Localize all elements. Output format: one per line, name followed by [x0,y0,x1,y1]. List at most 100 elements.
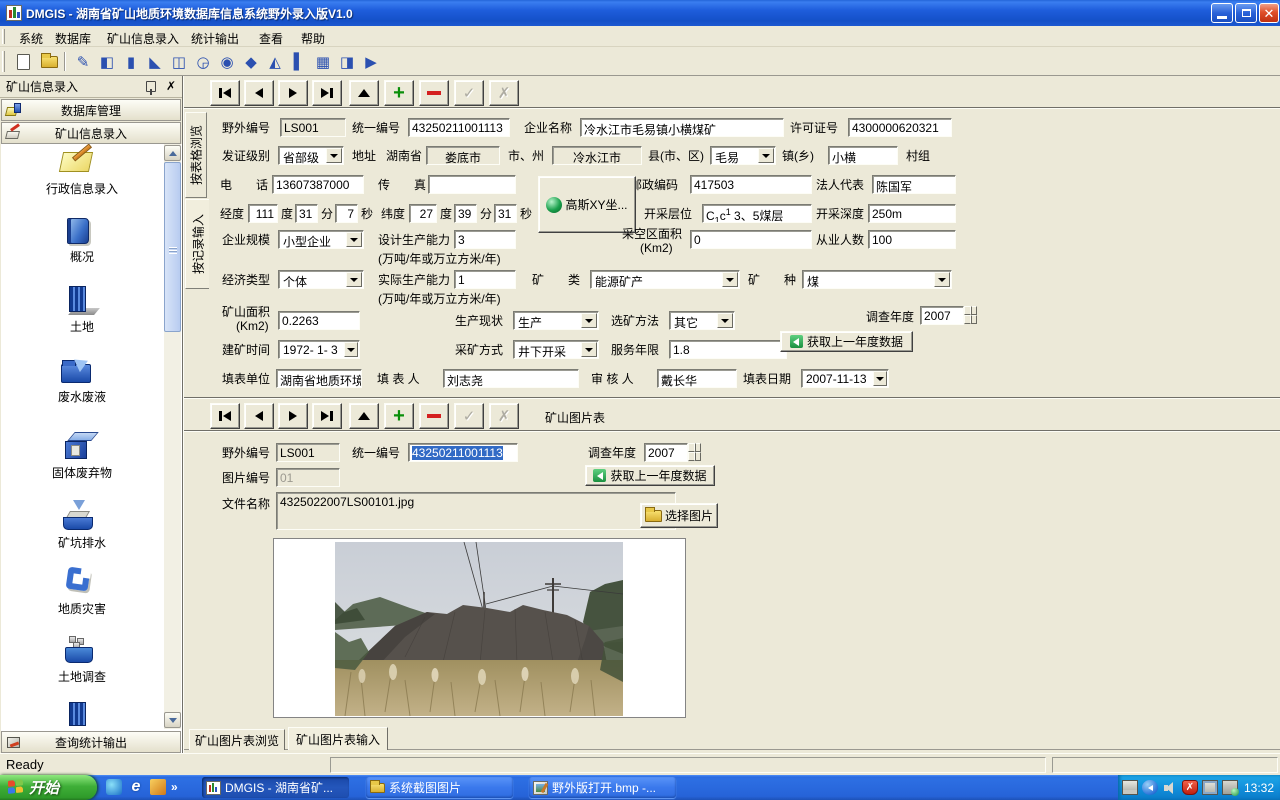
legal-rep-input[interactable]: 陈国军 [872,175,956,194]
vtab-table-browse[interactable]: 按表格浏览 [185,112,207,198]
nav2-prev-button[interactable] [244,403,274,429]
wastewater-icon[interactable]: ◣ [144,51,166,72]
land-building-icon[interactable] [63,286,97,320]
restore-button[interactable] [1235,3,1257,23]
actual-capacity-input[interactable]: 1 [454,270,516,289]
mining-depth-input[interactable]: 250m [868,204,956,223]
lat-deg-input[interactable]: 27 [409,204,437,223]
quicklaunch-icon-1[interactable] [106,779,122,795]
menu-system[interactable]: 系统 [14,29,48,48]
survey-year-input[interactable]: 2007 [920,306,964,325]
filler-input[interactable]: 刘志尧 [443,369,579,388]
file-name-input[interactable]: 4325022007LS00101.jpg [276,492,676,530]
menu-help[interactable]: 帮助 [296,29,330,48]
nav2-first-button[interactable] [210,403,240,429]
minimize-button[interactable] [1211,3,1233,23]
menu-stats-output[interactable]: 统计输出 [186,29,244,48]
mineral-class-combo[interactable]: 能源矿产 [590,270,740,289]
pic-year-spinner[interactable] [688,443,701,461]
pit-drainage-icon[interactable] [61,500,97,534]
built-time-combo[interactable]: 1972- 1- 3 [278,340,360,359]
keyboard-tray-icon[interactable] [1122,780,1138,795]
goaf-area-input[interactable]: 0 [690,230,812,249]
nav2-top-button[interactable] [349,403,379,429]
scroll-thumb[interactable] [164,162,181,332]
sidebar-item-land[interactable]: 土地 [41,320,123,335]
nav1-top-button[interactable] [349,80,379,106]
design-capacity-input[interactable]: 3 [454,230,516,249]
year-spin-up-icon[interactable] [964,306,977,315]
sidebar-group-query-output[interactable]: 查询统计输出 [1,731,181,753]
city-input[interactable]: 娄底市 [426,146,500,165]
taskbar-task-bmp[interactable]: 野外版打开.bmp -... [529,777,676,798]
economy-type-combo[interactable]: 个体 [278,270,364,289]
tel-input[interactable]: 13607387000 [272,175,364,194]
taskbar-task-dmgis[interactable]: DMGIS - 湖南省矿... [202,777,349,798]
prefecture-input[interactable]: 冷水江市 [552,146,642,165]
pic-uid-input[interactable]: 43250211001113 [408,443,518,462]
tab-picture-input[interactable]: 矿山图片表输入 [288,727,388,750]
sidebar-item-land-survey[interactable]: 土地调查 [41,670,123,685]
mineral-kind-dropdown-icon[interactable] [934,272,950,287]
pump-icon[interactable]: ◭ [264,51,286,72]
nav1-prev-button[interactable] [244,80,274,106]
quicklaunch-icon-3[interactable] [150,779,166,795]
vtab-record-input[interactable]: 按记录输入 [185,199,209,289]
uid-input[interactable]: 43250211001113 [408,118,510,137]
county-combo[interactable]: 毛易 [710,146,776,165]
menu-mine-entry[interactable]: 矿山信息录入 [102,29,184,48]
survey-icon[interactable]: ◆ [240,51,262,72]
scroll-down-button[interactable] [164,712,181,728]
mineral-class-dropdown-icon[interactable] [722,272,738,287]
fill-date-dropdown-icon[interactable] [873,371,887,386]
land-icon[interactable]: ▮ [120,51,142,72]
nav2-insert-button[interactable]: + [384,403,414,429]
new-icon[interactable] [12,51,34,72]
production-status-combo[interactable]: 生产 [513,311,599,330]
scale-dropdown-icon[interactable] [346,232,362,247]
fax-input[interactable] [428,175,516,194]
lng-deg-input[interactable]: 111 [248,204,278,223]
geo-hazard-icon[interactable] [66,567,91,592]
nav1-next-button[interactable] [278,80,308,106]
nav2-cancel-button[interactable]: ✗ [489,403,519,429]
box-icon[interactable]: ◨ [336,51,358,72]
service-life-input[interactable]: 1.8 [669,340,787,359]
fetch-previous-year-button[interactable]: 获取上一年度数据 [780,331,913,352]
production-dropdown-icon[interactable] [581,313,597,328]
sidebar-item-geo-hazard[interactable]: 地质灾害 [41,602,123,617]
column-icon[interactable]: ▌ [288,51,310,72]
menu-database[interactable]: 数据库 [50,29,96,48]
pic-year-spin-down-icon[interactable] [688,452,701,461]
solidwaste-icon[interactable]: ◫ [168,51,190,72]
pin-icon[interactable] [146,81,156,92]
lat-sec-input[interactable]: 31 [494,204,517,223]
mine-area-input[interactable]: 0.2263 [278,311,360,330]
town-input[interactable]: 小横 [828,146,898,165]
lng-sec-input[interactable]: 7 [335,204,358,223]
nav2-delete-button[interactable] [419,403,449,429]
partial-building-icon[interactable] [69,702,86,726]
nav1-post-button[interactable]: ✓ [454,80,484,106]
pic-field-no-input[interactable]: LS001 [276,443,340,462]
tab-picture-browse[interactable]: 矿山图片表浏览 [189,729,285,750]
cert-level-dropdown-icon[interactable] [326,148,342,163]
computer-tray-icon[interactable] [1222,780,1238,795]
sidebar-close-icon[interactable]: ✗ [164,79,178,93]
fill-unit-input[interactable]: 湖南省地质环境 [276,369,362,388]
mining-layer-input[interactable]: C1c1 3、5煤层 [702,204,812,223]
county-dropdown-icon[interactable] [758,148,774,163]
auditor-input[interactable]: 戴长华 [657,369,737,388]
security-shield-tray-icon[interactable]: ✗ [1182,780,1198,795]
mineral-kind-combo[interactable]: 煤 [802,270,952,289]
mining-method-dropdown-icon[interactable] [581,342,597,357]
nav2-last-button[interactable] [312,403,342,429]
nav2-next-button[interactable] [278,403,308,429]
sidebar-item-admin-info[interactable]: 行政信息录入 [41,182,123,197]
nav1-cancel-button[interactable]: ✗ [489,80,519,106]
nav1-delete-button[interactable] [419,80,449,106]
pic-fetch-previous-year-button[interactable]: 获取上一年度数据 [585,465,715,486]
nav1-insert-button[interactable]: + [384,80,414,106]
edit-icon[interactable]: ✎ [72,51,94,72]
start-button[interactable]: 开始 [0,775,97,800]
